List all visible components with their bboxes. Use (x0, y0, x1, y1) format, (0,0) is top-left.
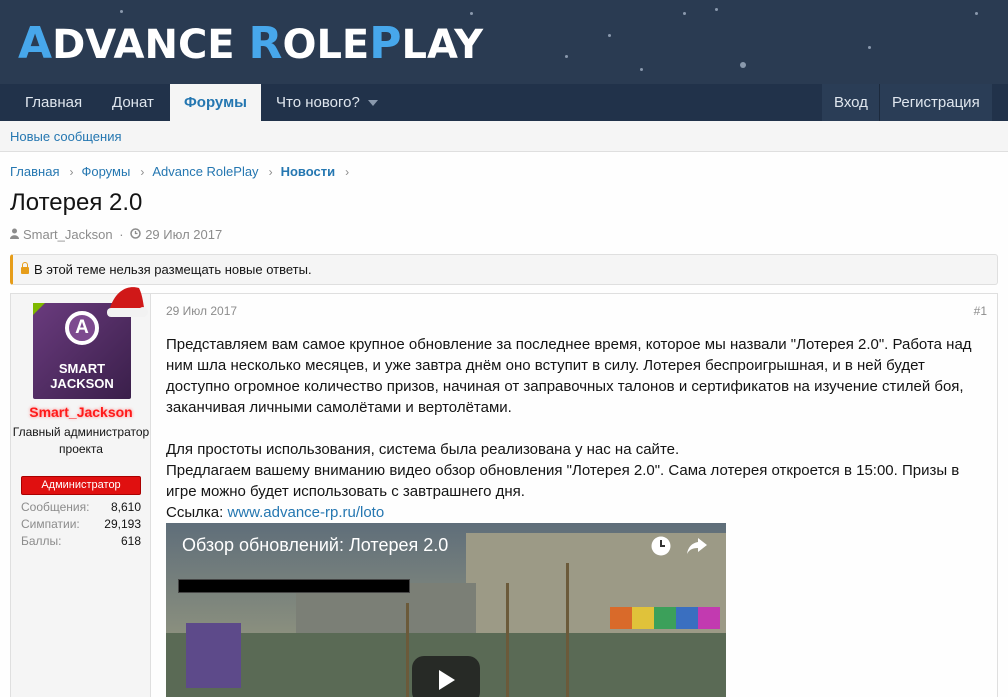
chevron-right-icon: › (140, 165, 145, 179)
stat-label: Сообщения: (21, 500, 90, 514)
santa-hat-icon (107, 287, 148, 317)
link-label: Ссылка: (166, 504, 224, 521)
locked-notice: В этой теме нельзя размещать новые ответ… (10, 254, 998, 285)
site-logo[interactable]: ADVANCE ROLEPLAY (18, 18, 483, 71)
stat-value: 8,610 (110, 500, 141, 514)
post-body: Представляем вам самое крупное обновлени… (166, 334, 990, 523)
breadcrumb-item[interactable]: Главная (10, 164, 59, 179)
snowflake-icon (683, 12, 686, 15)
snowflake-icon (868, 46, 871, 49)
nav-forums[interactable]: Форумы (170, 84, 261, 121)
video-frame-palm (506, 583, 509, 697)
post-paragraph: Предлагаем вашему вниманию видео обзор о… (166, 462, 960, 500)
chevron-right-icon: › (345, 165, 350, 179)
video-frame-palm (406, 603, 409, 697)
share-icon[interactable] (686, 536, 708, 561)
video-frame-flag (632, 607, 654, 629)
post-paragraph: Представляем вам самое крупное обновлени… (166, 336, 972, 416)
thread-meta: Smart_Jackson · 29 Июл 2017 (10, 227, 222, 242)
stat-value: 618 (120, 534, 141, 548)
breadcrumb: Главная › Форумы › Advance RolePlay › Новости › (10, 164, 357, 179)
new-posts-link[interactable]: Новые сообщения (10, 129, 122, 144)
post-user-cell: A SMART JACKSON Smart_Jackson Главный ад… (11, 287, 151, 697)
video-frame-flag (654, 607, 676, 629)
user-banner: Администратор (21, 476, 141, 495)
loto-link[interactable]: www.advance-rp.ru/loto (227, 504, 384, 521)
snowflake-icon (565, 55, 568, 58)
video-frame-flag (698, 607, 720, 629)
logo-word: OLE (282, 22, 370, 68)
site-header: ADVANCE ROLEPLAY (0, 0, 1008, 84)
video-embed[interactable]: Обзор обновлений: Лотерея 2.0 (166, 523, 726, 697)
thread-author[interactable]: Smart_Jackson (23, 227, 113, 242)
snowflake-icon (640, 68, 643, 71)
post-username[interactable]: Smart_Jackson (11, 404, 151, 420)
snowflake-icon (740, 62, 746, 68)
avatar-letter: A (75, 317, 89, 338)
chevron-right-icon: › (69, 165, 74, 179)
avatar-emblem: A (65, 311, 99, 345)
post-permalink[interactable]: #1 (974, 304, 987, 318)
breadcrumb-item[interactable]: Advance RolePlay (152, 164, 258, 179)
notice-text: В этой теме нельзя размещать новые ответ… (34, 262, 312, 277)
stat-label: Баллы: (21, 534, 62, 548)
sub-nav: Новые сообщения (0, 121, 1008, 152)
snowflake-icon (975, 12, 978, 15)
post-link-line: Ссылка: www.advance-rp.ru/loto (166, 502, 990, 523)
avatar-line: JACKSON (50, 376, 114, 391)
avatar-line: SMART (58, 361, 106, 376)
nav-whats-new-label: Что нового? (276, 94, 360, 111)
nav-whats-new[interactable]: Что нового? (262, 84, 392, 121)
thread-date[interactable]: 29 Июл 2017 (145, 227, 222, 242)
main-nav: Главная Донат Форумы Что нового? Вход Ре… (0, 84, 1008, 121)
video-frame-wall (186, 623, 241, 688)
stat-label: Симпатии: (21, 517, 80, 531)
user-icon (10, 227, 19, 242)
post: A SMART JACKSON Smart_Jackson Главный ад… (10, 287, 998, 697)
chevron-down-icon[interactable] (367, 100, 378, 107)
chevron-right-icon: › (268, 165, 273, 179)
logo-word: LAY (401, 22, 484, 68)
nav-home[interactable]: Главная (11, 84, 96, 121)
video-frame-flag (610, 607, 632, 629)
logo-letter: A (18, 18, 53, 69)
snowflake-icon (120, 10, 123, 13)
snowflake-icon (608, 34, 611, 37)
breadcrumb-item[interactable]: Форумы (81, 164, 130, 179)
logo-letter: R (248, 18, 283, 69)
video-frame-palm (566, 563, 569, 697)
video-frame-flag (676, 607, 698, 629)
register-link[interactable]: Регистрация (879, 84, 992, 121)
nav-donate[interactable]: Донат (98, 84, 168, 121)
video-title[interactable]: Обзор обновлений: Лотерея 2.0 (182, 535, 448, 556)
watch-later-icon[interactable] (650, 535, 672, 562)
logo-letter: P (369, 18, 402, 69)
post-date[interactable]: 29 Июл 2017 (166, 304, 237, 318)
play-button[interactable] (412, 656, 480, 697)
snowflake-icon (470, 12, 473, 15)
logo-word: DVANCE (52, 22, 249, 68)
lock-icon (21, 262, 29, 274)
avatar-text: SMART JACKSON (33, 361, 131, 391)
stat-value: 29,193 (104, 517, 141, 531)
video-frame-chatbar (178, 579, 410, 593)
post-paragraph: Для простоты использования, система была… (166, 441, 680, 458)
snowflake-icon (715, 8, 718, 11)
user-title: Главный администратор проекта (12, 425, 150, 456)
login-link[interactable]: Вход (822, 84, 880, 121)
clock-icon (130, 227, 141, 242)
online-indicator (33, 303, 45, 315)
breadcrumb-item[interactable]: Новости (281, 164, 336, 179)
page-title: Лотерея 2.0 (10, 189, 143, 216)
